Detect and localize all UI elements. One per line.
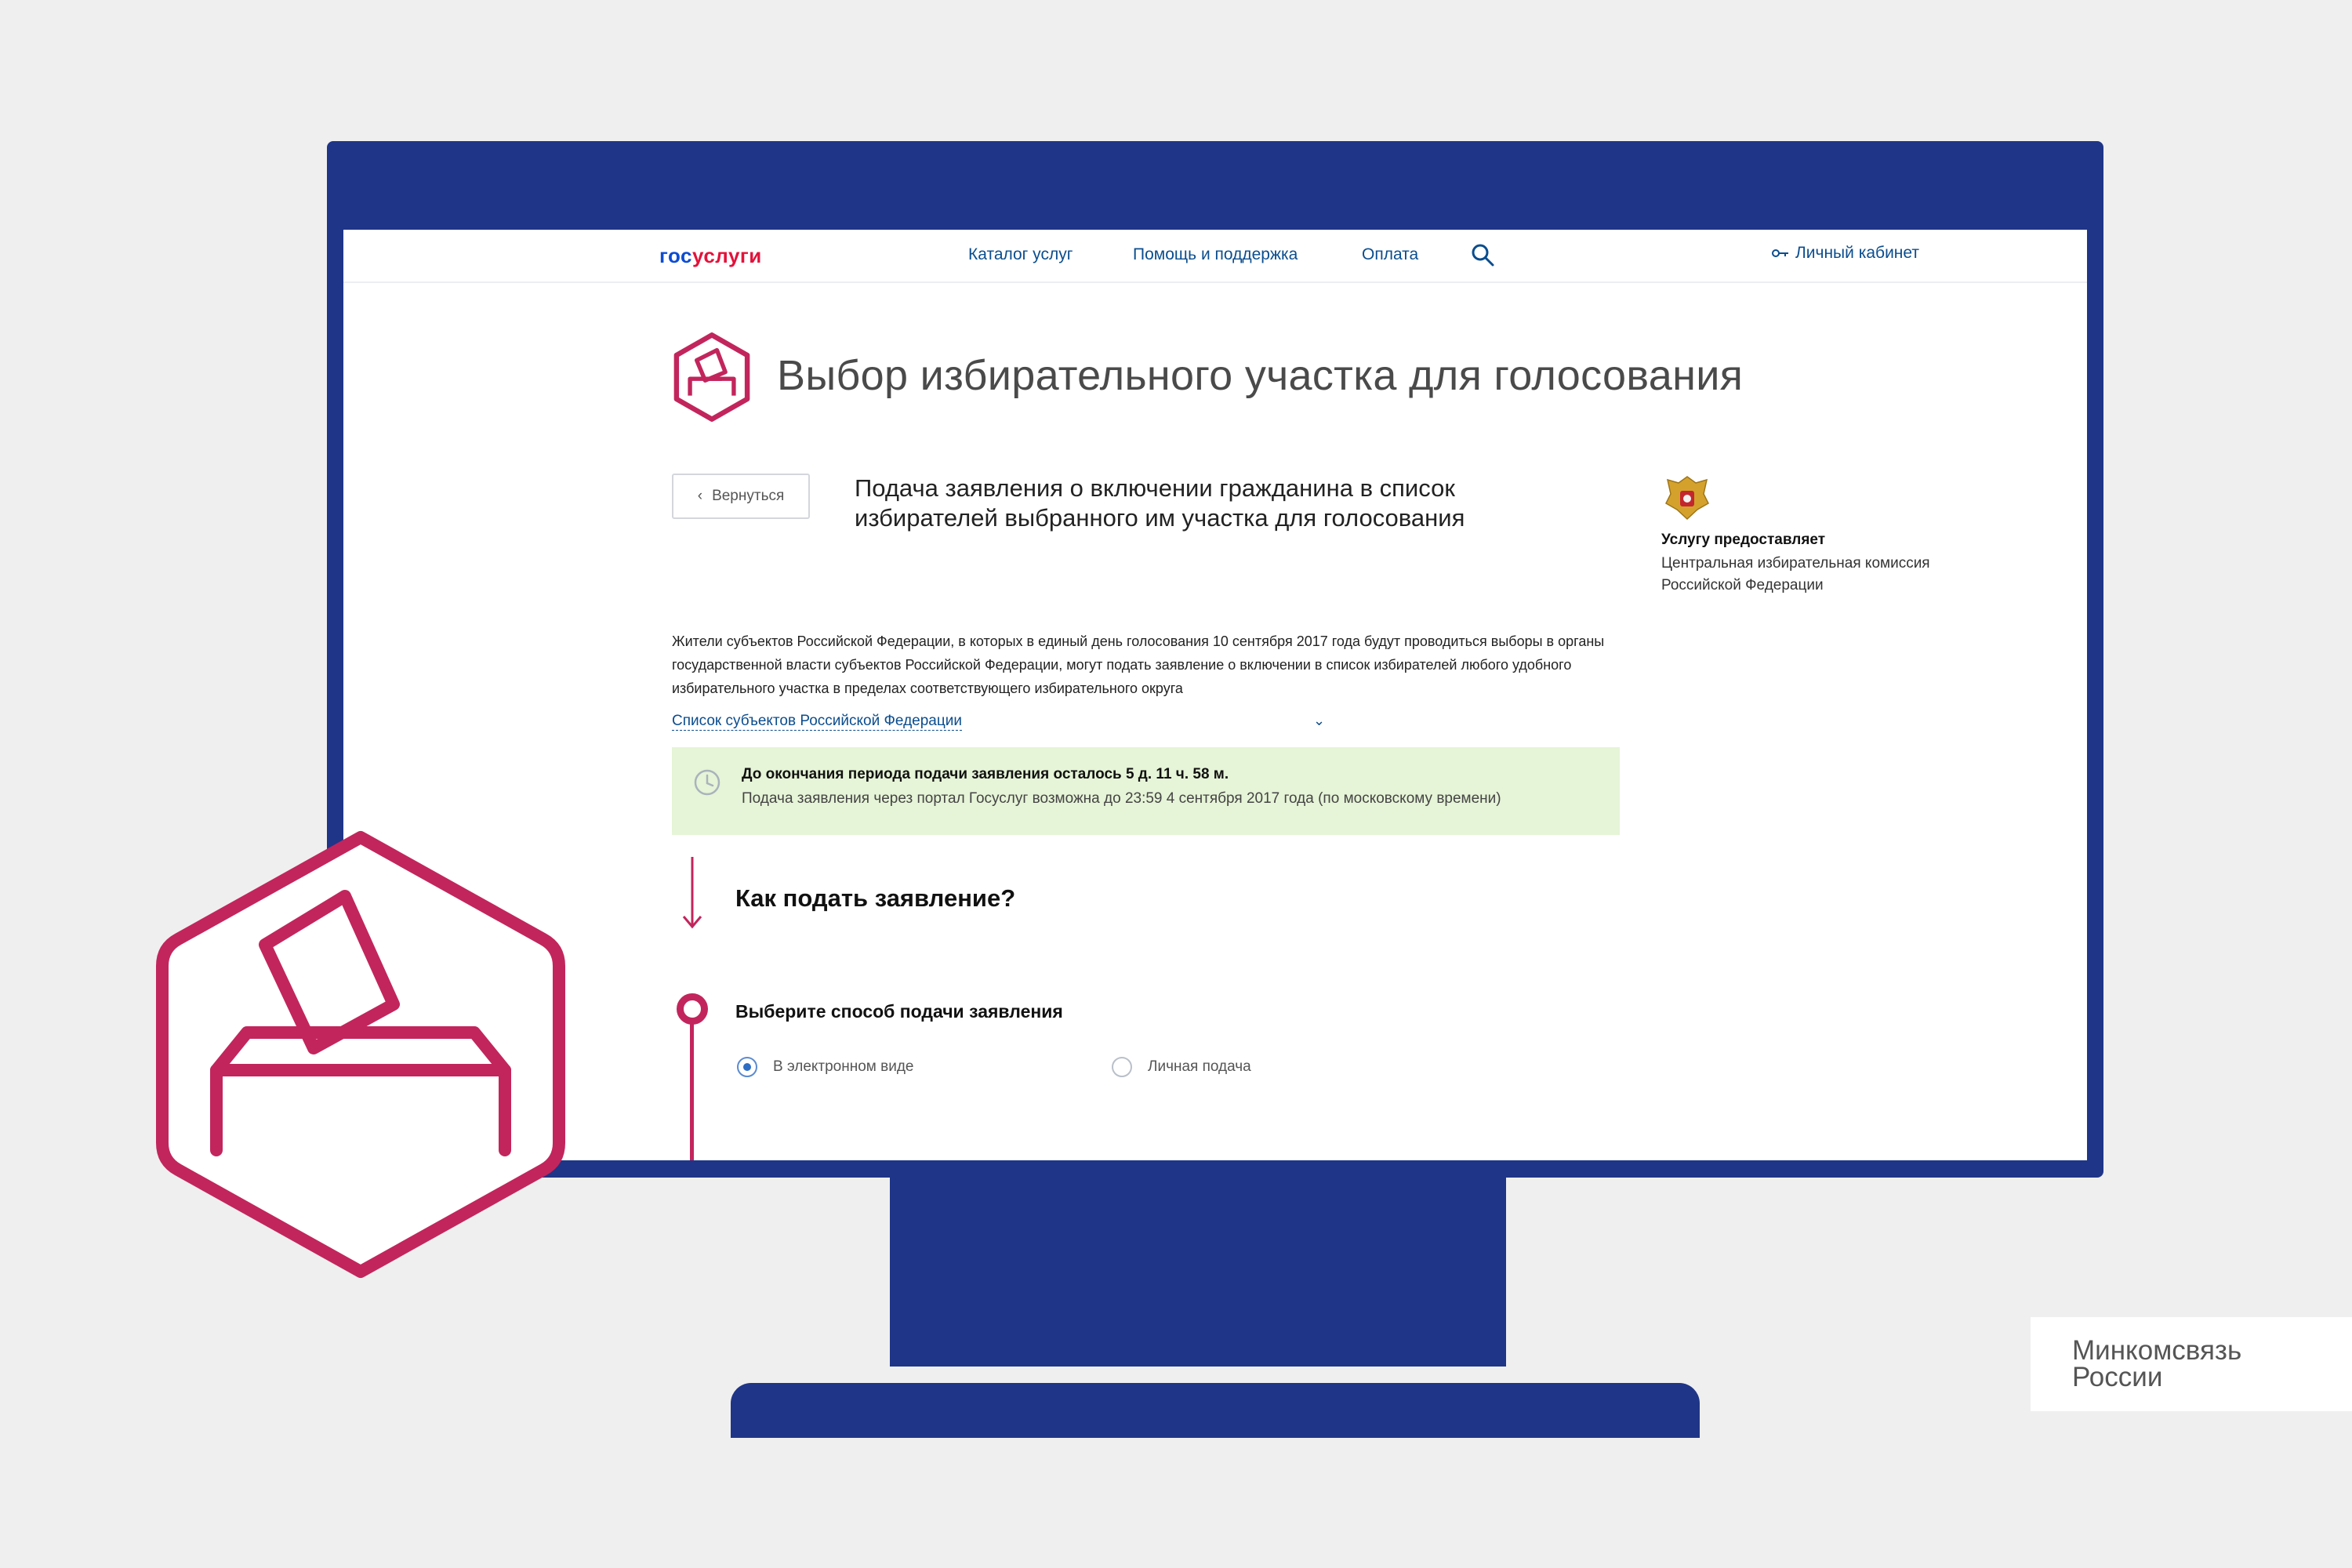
nav-payment[interactable]: Оплата: [1362, 245, 1418, 264]
monitor-stand-neck: [890, 1176, 1506, 1367]
radio-in-person-circle[interactable]: [1112, 1057, 1132, 1077]
arrow-down-icon: [682, 857, 702, 929]
radio-electronic[interactable]: В электронном виде: [737, 1057, 914, 1077]
regions-list-link[interactable]: Список субъектов Российской Федерации: [672, 713, 962, 731]
step-marker: [677, 993, 708, 1025]
service-title: Подача заявления о включении гражданина …: [855, 474, 1465, 532]
chevron-left-icon: ‹: [697, 488, 703, 504]
key-icon: [1772, 249, 1788, 257]
gosuslugi-logo[interactable]: госуслуги: [659, 244, 762, 268]
step-timeline: [690, 1014, 694, 1160]
back-button[interactable]: ‹ Вернуться: [672, 474, 810, 519]
intro-text: Жители субъектов Российской Федерации, в…: [672, 633, 1605, 696]
notice-countdown: До окончания периода подачи заявления ос…: [742, 766, 1229, 782]
personal-cabinet-link[interactable]: Личный кабинет: [1772, 244, 1919, 263]
back-button-label: Вернуться: [712, 488, 785, 504]
provider-label: Услугу предоставляет: [1661, 532, 1826, 548]
step-title: Выберите способ подачи заявления: [735, 1001, 1063, 1022]
radio-in-person[interactable]: Личная подача: [1112, 1057, 1251, 1077]
page-title: Выбор избирательного участка для голосов…: [777, 352, 1744, 399]
coat-of-arms-icon: [1665, 476, 1709, 521]
nav-help[interactable]: Помощь и поддержка: [1133, 245, 1298, 264]
cabinet-label: Личный кабинет: [1795, 244, 1919, 262]
logo-suffix: услуги: [692, 244, 762, 267]
ballot-box-icon: [673, 332, 750, 422]
chevron-down-icon[interactable]: ⌄: [1313, 713, 1325, 729]
ministry-name-line2: России: [2072, 1362, 2163, 1392]
ministry-logo: Минкомсвязь России: [2031, 1317, 2352, 1411]
ministry-name: Минкомсвязь России: [2072, 1335, 2242, 1392]
logo-prefix: гос: [659, 244, 692, 267]
monitor-stand-base: [731, 1383, 1700, 1438]
notice-deadline: Подача заявления через портал Госуслуг в…: [742, 790, 1501, 807]
top-navigation-bar: госуслуги Каталог услуг Помощь и поддерж…: [343, 230, 2087, 283]
nav-catalog[interactable]: Каталог услуг: [968, 245, 1073, 264]
ballot-box-icon: [156, 831, 565, 1278]
clock-icon: [694, 769, 720, 796]
how-to-apply-title: Как подать заявление?: [735, 884, 1016, 912]
radio-in-person-label: Личная подача: [1148, 1058, 1251, 1075]
ministry-name-line1: Минкомсвязь: [2072, 1335, 2242, 1366]
radio-electronic-label: В электронном виде: [773, 1058, 914, 1075]
radio-electronic-circle[interactable]: [737, 1057, 757, 1077]
provider-name: Центральная избирательная комиссия Росси…: [1661, 555, 1930, 593]
screen: госуслуги Каталог услуг Помощь и поддерж…: [343, 230, 2087, 1160]
search-icon[interactable]: [1470, 242, 1495, 267]
deadline-notice: До окончания периода подачи заявления ос…: [672, 747, 1620, 835]
